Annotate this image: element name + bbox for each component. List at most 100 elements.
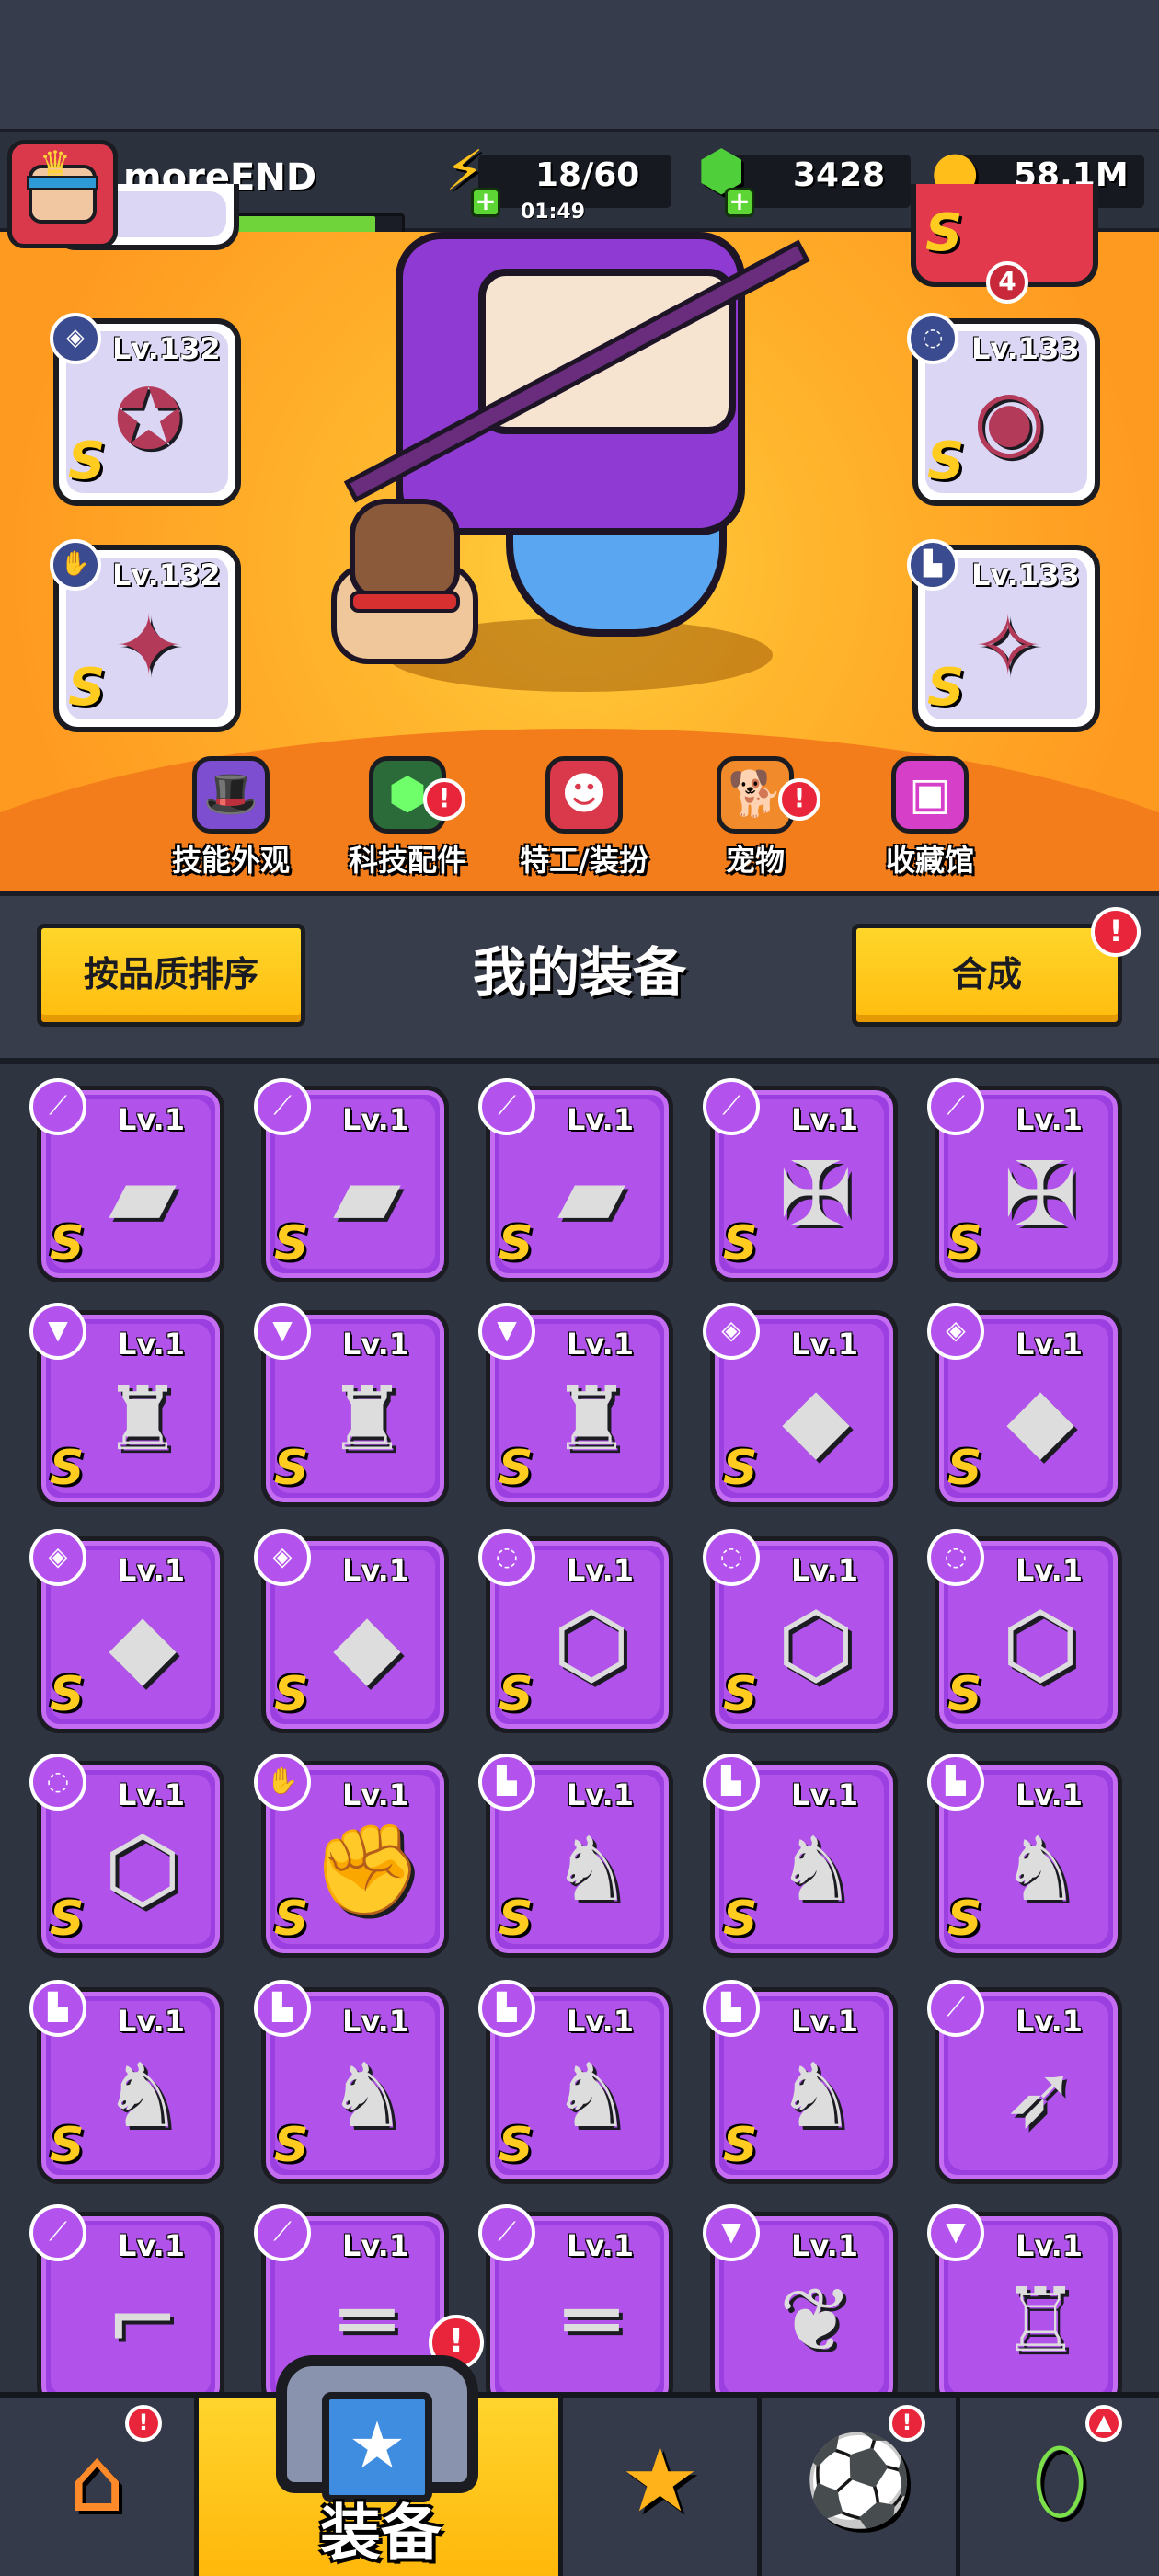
kunai-icon: ➶ [1003,2044,1078,2147]
item-level: Lv.1 [342,2228,410,2263]
glove-type-icon: ✋ [254,1754,311,1811]
merge-button[interactable]: 合成 [852,924,1122,1027]
steel-armor-icon: ♖ [1000,2269,1081,2372]
equipment-item[interactable]: ✠ ⟋ Lv.1 S [703,1078,898,1282]
gear-level: Lv.133 [971,331,1080,366]
equipment-item[interactable]: ◆ ◈ Lv.1 S [703,1303,898,1507]
tab-upgrade[interactable]: ⬯ [960,2398,1159,2576]
gem-value: 3428 [793,156,886,194]
equipment-item[interactable]: ♜ ▼ Lv.1 S [254,1303,449,1507]
belt-slot-icon: ◌ [907,313,958,364]
equipment-item[interactable]: ═ ⟋ Lv.1 [478,2204,673,2392]
agent-icon: ☻ [545,756,623,834]
equipment-item[interactable]: ♞ ▙ Lv.1 S [478,1980,673,2184]
add-energy-button[interactable]: + [471,188,500,217]
equipment-item[interactable]: ✊ ✋ Lv.1 S [254,1754,449,1958]
winged-belt-icon: ⬡ [553,1593,630,1696]
weapon-type-icon: ⟋ [703,1078,760,1135]
blaster-gun-icon: ▰ [109,1143,177,1246]
item-level: Lv.1 [118,1327,186,1362]
belt-icon: ◉ [973,372,1046,468]
pet-dog [313,499,497,664]
item-grade: S [50,1216,85,1271]
void-blade-icon: ✠ [778,1143,854,1246]
gear-count-badge: 4 [986,261,1028,304]
mech-boot-icon: ♞ [551,1818,632,1921]
tab-events[interactable]: ⚽ [762,2398,960,2576]
glove-icon: ✦ [114,598,184,695]
weapon-type-icon: ⟋ [254,2204,311,2261]
sort-by-quality-button[interactable]: 按品质排序 [37,924,305,1027]
equipment-item[interactable]: ♞ ▙ Lv.1 S [927,1754,1122,1958]
crown-icon: ♛ [40,144,72,184]
equipment-item[interactable]: ▰ ⟋ Lv.1 S [29,1078,224,1282]
nav-pets[interactable]: 🐕 宠物 [677,756,833,880]
equipment-item[interactable]: ♖ ▼ Lv.1 [927,2204,1122,2392]
equipment-item[interactable]: ➶ ⟋ Lv.1 [927,1980,1122,2184]
weapon-type-icon: ⟋ [29,1078,86,1135]
nav-skill-skins[interactable]: 🎩 技能外观 [153,756,309,880]
equipment-item[interactable]: ⬡ ◌ Lv.1 S [927,1529,1122,1733]
item-level: Lv.1 [791,2228,859,2263]
weapon-type-icon: ⟋ [478,1078,535,1135]
equipment-item[interactable]: ♞ ▙ Lv.1 S [29,1980,224,2184]
equipment-item[interactable]: ❦ ▼ Lv.1 [703,2204,898,2392]
equipment-grid: ▰ ⟋ Lv.1 S ▰ ⟋ Lv.1 S ▰ ⟋ Lv.1 S ✠ ⟋ Lv.1 S ✠ ⟋ Lv.1 S ♜ ▼ Lv.… [0,1064,1159,2392]
chain-necklace-icon: ◆ [782,1367,850,1470]
mech-boot-icon: ♞ [102,2044,183,2147]
item-level: Lv.1 [118,1777,186,1812]
equipment-item[interactable]: ♞ ▙ Lv.1 S [703,1754,898,1958]
boot-icon: ✧ [973,598,1043,695]
item-grade: S [50,2118,85,2173]
add-gems-button[interactable]: + [725,188,754,217]
item-grade: S [50,1441,85,1496]
item-level: Lv.1 [567,2004,635,2039]
revolver-icon: ⌐ [105,2269,180,2372]
equipment-item[interactable]: ◆ ◈ Lv.1 S [927,1303,1122,1507]
winged-belt-icon: ⬡ [777,1593,855,1696]
item-level: Lv.1 [342,1327,410,1362]
equipment-item[interactable]: ⬡ ◌ Lv.1 S [703,1529,898,1733]
nav-collection-label: 收藏馆 [885,843,974,878]
dna-canister-icon: ⬯ [1031,2429,1088,2532]
player-avatar[interactable]: ♛ [7,140,118,248]
equipment-item[interactable]: ♜ ▼ Lv.1 S [478,1303,673,1507]
equipment-item[interactable]: ▰ ⟋ Lv.1 S [478,1078,673,1282]
item-grade: S [499,1441,534,1496]
equipment-item[interactable]: ♜ ▼ Lv.1 S [29,1303,224,1507]
boots-type-icon: ▙ [478,1754,535,1811]
item-grade: S [947,1892,982,1947]
nav-collection[interactable]: ▣ 收藏馆 [852,756,1008,880]
equipment-item[interactable]: ◆ ◈ Lv.1 S [254,1529,449,1733]
equipment-item[interactable]: ⬡ ◌ Lv.1 S [29,1754,224,1958]
tab-battle[interactable]: ★ [563,2398,762,2576]
item-grade: S [947,1216,982,1271]
blaster-gun-icon: ▰ [333,1143,401,1246]
mech-boot-icon: ♞ [551,2044,632,2147]
equipment-item[interactable]: ♞ ▙ Lv.1 S [703,1980,898,2184]
tab-shop[interactable]: ⌂ [0,2398,199,2576]
nav-tech-parts[interactable]: ⬢ 科技配件 [329,756,486,880]
equipment-item[interactable]: ⬡ ◌ Lv.1 S [478,1529,673,1733]
equipment-item[interactable]: ♞ ▙ Lv.1 S [254,1980,449,2184]
item-grade: S [274,1892,309,1947]
pet-dog-scarf [350,591,460,613]
merge-alert-badge: ! [1091,907,1141,957]
equipment-item[interactable]: ▰ ⟋ Lv.1 S [254,1078,449,1282]
nav-agent-outfit[interactable]: ☻ 特工/装扮 [506,756,662,880]
heavy-armor-icon: ♜ [551,1367,632,1470]
item-grade: S [499,1216,534,1271]
equipment-item[interactable]: ♞ ▙ Lv.1 S [478,1754,673,1958]
belt-type-icon: ◌ [29,1754,86,1811]
item-level: Lv.1 [567,1102,635,1137]
equipment-item[interactable]: ✠ ⟋ Lv.1 S [927,1078,1122,1282]
item-grade: S [947,1441,982,1496]
item-level: Lv.1 [791,2004,859,2039]
gear-level: Lv.133 [971,558,1080,592]
boots-type-icon: ▙ [703,1754,760,1811]
equipment-item[interactable]: ⌐ ⟋ Lv.1 [29,2204,224,2392]
gear-grade: S [927,658,965,718]
weapon-type-icon: ⟋ [254,1078,311,1135]
equipment-item[interactable]: ◆ ◈ Lv.1 S [29,1529,224,1733]
item-grade: S [274,1441,309,1496]
